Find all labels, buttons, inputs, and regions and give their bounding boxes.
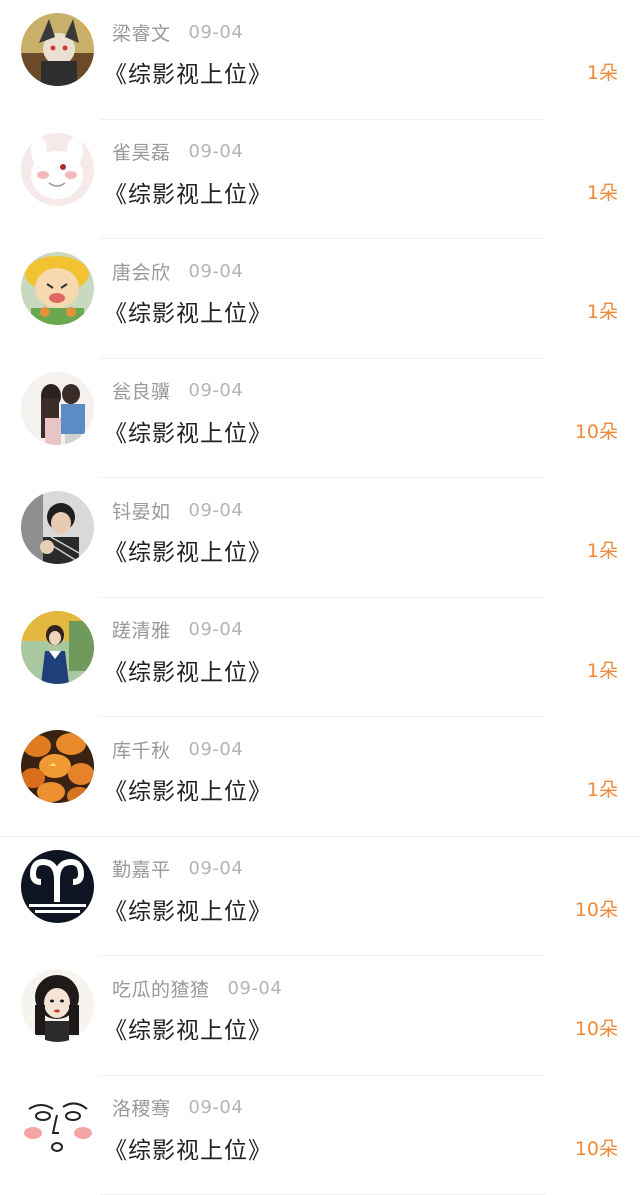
boy-photo-avatar[interactable] (21, 491, 94, 564)
anime-character-avatar[interactable] (21, 13, 94, 86)
flower-count: 1朵 (587, 58, 618, 85)
book-title: 《综影视上位》 (104, 175, 272, 209)
book-title: 《综影视上位》 (104, 1011, 272, 1045)
user-name[interactable]: 洛稷骞 (112, 1094, 171, 1121)
user-name[interactable]: 吃瓜的猹猹 (112, 975, 210, 1002)
date: 09-04 (228, 978, 283, 999)
user-name[interactable]: 钭晏如 (112, 497, 171, 524)
cartoon-avatar[interactable] (21, 252, 94, 325)
list-item[interactable]: 洛稷骞 09-04 《综影视上位》 10朵 (0, 1076, 640, 1195)
flower-count: 1朵 (587, 775, 618, 802)
flower-count: 1朵 (587, 536, 618, 563)
user-name[interactable]: 瓮良骥 (112, 377, 171, 404)
date: 09-04 (189, 500, 244, 521)
doodle-face-avatar[interactable] (21, 1089, 94, 1162)
girl-photo-avatar[interactable] (21, 611, 94, 684)
list-item[interactable]: 库千秋 09-04 《综影视上位》 1朵 (0, 717, 640, 837)
pumpkins-avatar[interactable] (21, 730, 94, 803)
date: 09-04 (189, 22, 244, 43)
date: 09-04 (189, 739, 244, 760)
book-title: 《综影视上位》 (104, 294, 272, 328)
flower-count: 10朵 (575, 1134, 618, 1161)
flower-count: 1朵 (587, 297, 618, 324)
flower-count: 1朵 (587, 178, 618, 205)
white-bunny-avatar[interactable] (21, 133, 94, 206)
date: 09-04 (189, 619, 244, 640)
date: 09-04 (189, 1097, 244, 1118)
book-title: 《综影视上位》 (104, 772, 272, 806)
book-title: 《综影视上位》 (104, 653, 272, 687)
date: 09-04 (189, 380, 244, 401)
user-name[interactable]: 勤嘉平 (112, 855, 171, 882)
list-item[interactable]: 勤嘉平 09-04 《综影视上位》 10朵 (0, 837, 640, 957)
flower-count: 10朵 (575, 1014, 618, 1041)
book-title: 《综影视上位》 (104, 414, 272, 448)
date: 09-04 (189, 858, 244, 879)
user-name[interactable]: 雀昊磊 (112, 138, 171, 165)
user-name[interactable]: 库千秋 (112, 736, 171, 763)
gift-record-list: 梁睿文 09-04 《综影视上位》 1朵 雀昊磊 09-04 《综影视上位》 1… (0, 0, 640, 1191)
list-item[interactable]: 吃瓜的猹猹 09-04 《综影视上位》 10朵 (0, 956, 640, 1076)
book-title: 《综影视上位》 (104, 533, 272, 567)
aries-sign-avatar[interactable] (21, 850, 94, 923)
user-name[interactable]: 梁睿文 (112, 19, 171, 46)
book-title: 《综影视上位》 (104, 892, 272, 926)
list-item[interactable]: 雀昊磊 09-04 《综影视上位》 1朵 (0, 120, 640, 240)
list-item[interactable]: 唐会欣 09-04 《综影视上位》 1朵 (0, 239, 640, 359)
date: 09-04 (189, 141, 244, 162)
drawn-girl-avatar[interactable] (21, 969, 94, 1042)
flower-count: 10朵 (575, 895, 618, 922)
flower-count: 10朵 (575, 417, 618, 444)
user-name[interactable]: 蹉清雅 (112, 616, 171, 643)
book-title: 《综影视上位》 (104, 55, 272, 89)
book-title: 《综影视上位》 (104, 1131, 272, 1165)
list-item[interactable]: 梁睿文 09-04 《综影视上位》 1朵 (0, 0, 640, 120)
list-item[interactable]: 钭晏如 09-04 《综影视上位》 1朵 (0, 478, 640, 598)
date: 09-04 (189, 261, 244, 282)
couple-photo-avatar[interactable] (21, 372, 94, 445)
flower-count: 1朵 (587, 656, 618, 683)
list-item[interactable]: 瓮良骥 09-04 《综影视上位》 10朵 (0, 359, 640, 479)
list-item[interactable]: 蹉清雅 09-04 《综影视上位》 1朵 (0, 598, 640, 718)
user-name[interactable]: 唐会欣 (112, 258, 171, 285)
